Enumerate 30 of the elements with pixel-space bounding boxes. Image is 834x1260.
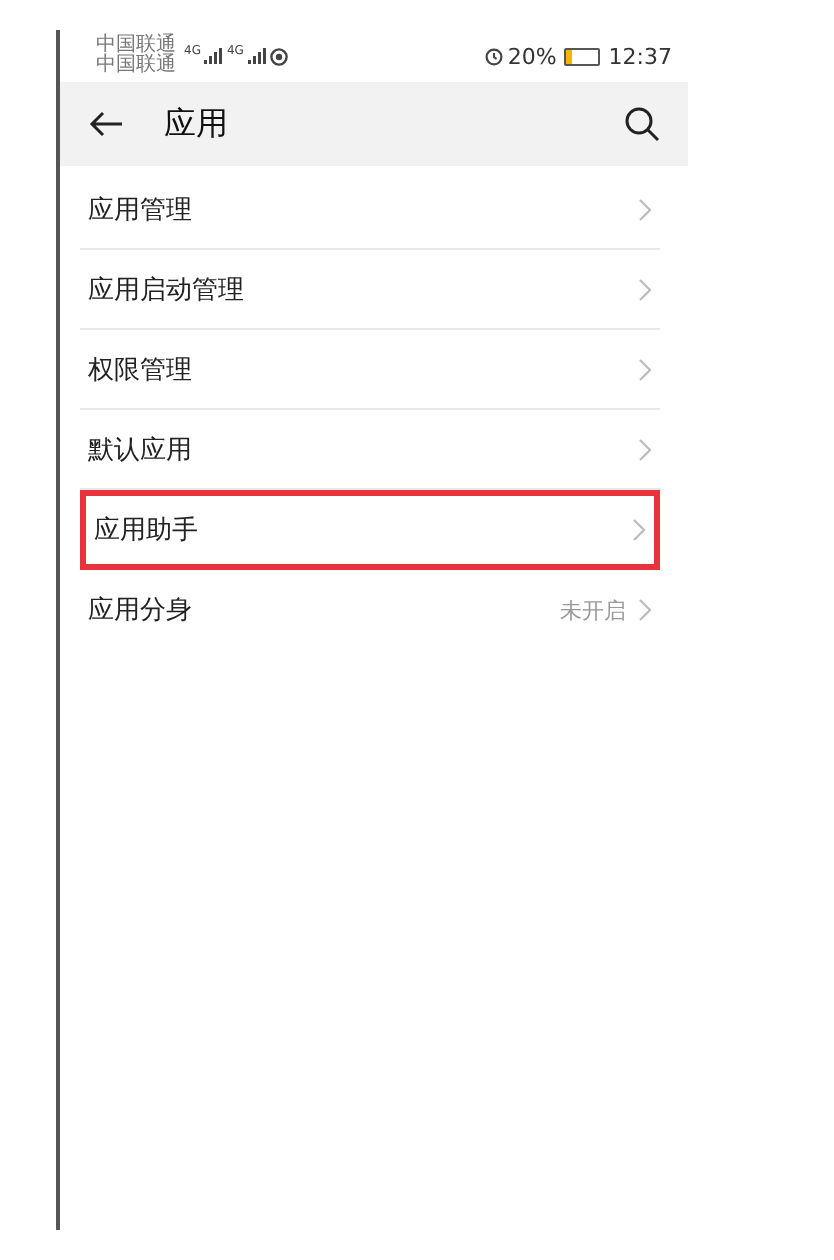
battery-icon: [564, 47, 601, 65]
carrier-name: 中国联通: [96, 56, 176, 76]
page-title: 应用: [164, 103, 228, 145]
menu-item[interactable]: 应用分身 未开启: [80, 570, 660, 650]
signal-icon: [204, 48, 223, 64]
item-label: 应用管理: [88, 193, 194, 227]
chevron-icon: [638, 437, 652, 461]
hotspot-icon: [269, 47, 288, 65]
clock-time: 12:37: [608, 43, 672, 69]
item-label: 权限管理: [88, 353, 194, 387]
search-icon[interactable]: [624, 106, 660, 142]
menu-item[interactable]: 权限管理: [80, 330, 660, 410]
item-label: 应用分身: [88, 594, 194, 628]
chevron-icon: [632, 518, 646, 542]
item-value: 未开启: [560, 595, 626, 625]
chevron-icon: [638, 277, 652, 301]
back-icon[interactable]: [88, 110, 124, 138]
menu-item[interactable]: 应用启动管理: [80, 250, 660, 330]
carrier-name: 中国联通: [96, 36, 176, 56]
chevron-icon: [638, 197, 652, 221]
alarm-icon: [483, 46, 504, 66]
menu-item[interactable]: 应用助手: [80, 490, 660, 570]
item-label: 应用启动管理: [88, 273, 246, 307]
battery-percent: 20%: [507, 43, 557, 69]
menu-item[interactable]: 应用管理: [80, 170, 660, 250]
item-label: 应用助手: [94, 514, 200, 548]
chevron-icon: [638, 357, 652, 381]
chevron-icon: [638, 598, 652, 622]
item-label: 默认应用: [88, 433, 194, 467]
signal-icon: [247, 48, 266, 64]
